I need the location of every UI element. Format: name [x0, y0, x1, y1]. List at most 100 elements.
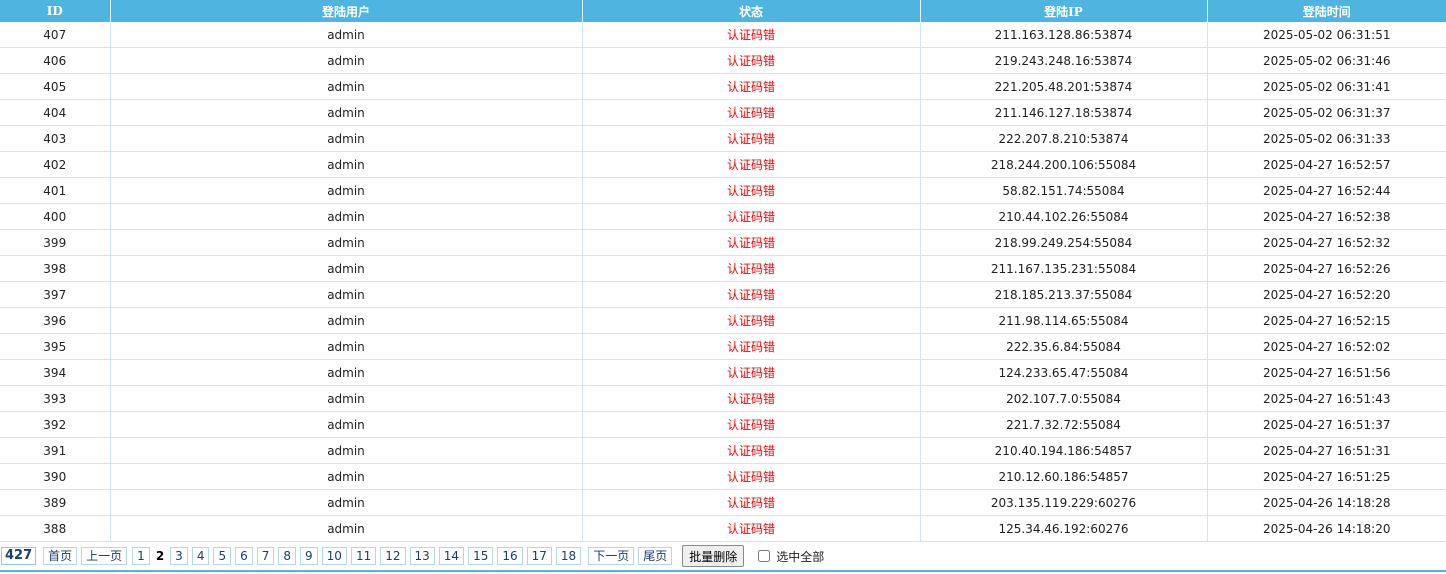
cell-status: 认证码错 [582, 203, 921, 230]
select-all-control[interactable]: 选中全部 [758, 548, 824, 565]
cell-id: 395 [0, 333, 111, 360]
cell-ip: 202.107.7.0:55084 [920, 385, 1208, 412]
page-link-1[interactable]: 1 [132, 547, 150, 565]
cell-user: admin [110, 385, 583, 412]
cell-ip: 210.40.194.186:54857 [920, 437, 1208, 464]
cell-id: 407 [0, 22, 111, 48]
cell-ip: 222.207.8.210:53874 [920, 125, 1208, 152]
last-page-link[interactable]: 尾页 [638, 547, 673, 565]
cell-time: 2025-04-27 16:52:15 [1207, 307, 1446, 334]
page-link-17[interactable]: 17 [526, 547, 552, 565]
cell-status: 认证码错 [582, 359, 921, 386]
cell-ip: 124.233.65.47:55084 [920, 359, 1208, 386]
col-header-ip: 登陆IP [920, 0, 1208, 22]
page-link-9[interactable]: 9 [300, 547, 318, 565]
table-header-row: ID 登陆用户 状态 登陆IP 登陆时间 [0, 0, 1446, 22]
table-row: 400 admin 认证码错 210.44.102.26:55084 2025-04-2… [0, 203, 1446, 230]
cell-user: admin [110, 203, 583, 230]
cell-id: 403 [0, 125, 111, 152]
cell-user: admin [110, 411, 583, 438]
cell-id: 392 [0, 411, 111, 438]
table-row: 389 admin 认证码错 203.135.119.229:60276 2025-04… [0, 489, 1446, 516]
page-link-11[interactable]: 11 [350, 547, 377, 565]
table-row: 391 admin 认证码错 210.40.194.186:54857 2025-04-… [0, 437, 1446, 464]
page-link-15[interactable]: 15 [468, 547, 494, 565]
batch-delete-button[interactable]: 批量删除 [682, 545, 745, 567]
cell-status: 认证码错 [582, 255, 921, 282]
cell-status: 认证码错 [582, 125, 921, 152]
cell-status: 认证码错 [582, 99, 921, 126]
cell-user: admin [110, 255, 583, 282]
cell-id: 396 [0, 307, 111, 334]
cell-ip: 211.98.114.65:55084 [920, 307, 1208, 334]
col-header-time: 登陆时间 [1207, 0, 1446, 22]
cell-user: admin [110, 47, 583, 74]
cell-time: 2025-04-27 16:51:31 [1207, 437, 1446, 464]
table-row: 392 admin 认证码错 221.7.32.72:55084 2025-04-27 … [0, 411, 1446, 438]
col-header-user: 登陆用户 [110, 0, 583, 22]
pagination-bar: 427 首页 上一页 1 2 3 4 5 6 7 8 9 10 11 12 13 14 15 16 17 18 下… [0, 542, 1446, 572]
cell-user: admin [110, 229, 583, 256]
table-row: 402 admin 认证码错 218.244.200.106:55084 2025-04… [0, 151, 1446, 178]
cell-user: admin [110, 437, 583, 464]
cell-ip: 210.12.60.186:54857 [920, 463, 1208, 490]
first-page-link[interactable]: 首页 [43, 547, 78, 565]
cell-ip: 125.34.46.192:60276 [920, 515, 1208, 542]
cell-time: 2025-04-27 16:52:20 [1207, 281, 1446, 308]
cell-ip: 203.135.119.229:60276 [920, 489, 1208, 516]
cell-time: 2025-04-26 14:18:28 [1207, 489, 1446, 516]
page-link-18[interactable]: 18 [555, 547, 582, 565]
cell-time: 2025-04-27 16:52:02 [1207, 333, 1446, 360]
cell-ip: 222.35.6.84:55084 [920, 333, 1208, 360]
cell-time: 2025-05-02 06:31:41 [1207, 73, 1446, 100]
prev-page-link[interactable]: 上一页 [81, 547, 128, 565]
col-header-status: 状态 [582, 0, 921, 22]
cell-status: 认证码错 [582, 385, 921, 412]
cell-time: 2025-04-27 16:51:37 [1207, 411, 1446, 438]
cell-id: 398 [0, 255, 111, 282]
cell-user: admin [110, 99, 583, 126]
cell-status: 认证码错 [582, 515, 921, 542]
table-row: 394 admin 认证码错 124.233.65.47:55084 2025-04-2… [0, 359, 1446, 386]
cell-time: 2025-04-27 16:52:38 [1207, 203, 1446, 230]
cell-time: 2025-04-27 16:52:57 [1207, 151, 1446, 178]
next-page-link[interactable]: 下一页 [588, 547, 635, 565]
page-link-12[interactable]: 12 [380, 547, 406, 565]
page-link-10[interactable]: 10 [321, 547, 347, 565]
page-link-6[interactable]: 6 [235, 547, 253, 565]
page-number-list: 1 2 3 4 5 6 7 8 9 10 11 12 13 14 15 16 17 18 [132, 547, 585, 565]
cell-user: admin [110, 125, 583, 152]
cell-status: 认证码错 [582, 177, 921, 204]
cell-user: admin [110, 22, 583, 48]
cell-id: 406 [0, 47, 111, 74]
page-link-8[interactable]: 8 [278, 547, 297, 565]
page-link-3[interactable]: 3 [170, 547, 188, 565]
cell-status: 认证码错 [582, 463, 921, 490]
select-all-checkbox[interactable] [758, 550, 771, 562]
table-row: 395 admin 认证码错 222.35.6.84:55084 2025-04-27 … [0, 333, 1446, 360]
cell-user: admin [110, 489, 583, 516]
cell-ip: 221.7.32.72:55084 [920, 411, 1208, 438]
cell-user: admin [110, 333, 583, 360]
page-link-4[interactable]: 4 [191, 547, 210, 565]
cell-user: admin [110, 281, 583, 308]
cell-time: 2025-05-02 06:31:33 [1207, 125, 1446, 152]
cell-time: 2025-04-27 16:52:26 [1207, 255, 1446, 282]
cell-user: admin [110, 73, 583, 100]
cell-id: 402 [0, 151, 111, 178]
cell-status: 认证码错 [582, 151, 921, 178]
select-all-label: 选中全部 [776, 549, 825, 564]
cell-ip: 211.146.127.18:53874 [920, 99, 1208, 126]
page-link-13[interactable]: 13 [409, 547, 435, 565]
page-link-5[interactable]: 5 [213, 547, 232, 565]
cell-time: 2025-05-02 06:31:37 [1207, 99, 1446, 126]
cell-time: 2025-04-26 14:18:20 [1207, 515, 1446, 542]
cell-user: admin [110, 177, 583, 204]
page-link-14[interactable]: 14 [438, 547, 465, 565]
page-link-16[interactable]: 16 [497, 547, 523, 565]
page-link-7[interactable]: 7 [256, 547, 275, 565]
cell-time: 2025-05-02 06:31:46 [1207, 47, 1446, 74]
cell-ip: 218.244.200.106:55084 [920, 151, 1208, 178]
table-row: 397 admin 认证码错 218.185.213.37:55084 2025-04-… [0, 281, 1446, 308]
cell-ip: 218.185.213.37:55084 [920, 281, 1208, 308]
